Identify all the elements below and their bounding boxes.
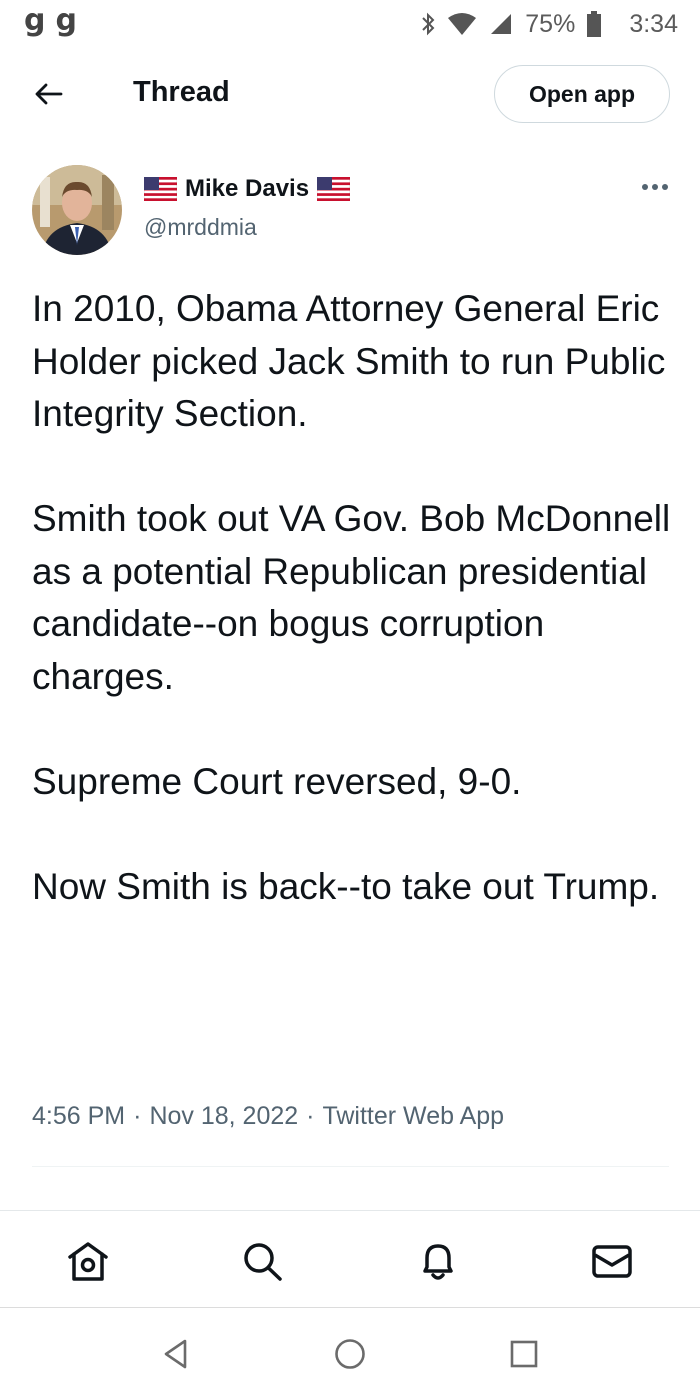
bluetooth-icon: [421, 12, 435, 36]
system-back-button[interactable]: [156, 1336, 196, 1372]
back-button[interactable]: [30, 78, 66, 110]
author-name-row[interactable]: Mike Davis: [144, 175, 351, 203]
system-nav-bar: [0, 1308, 700, 1400]
thread-header: Thread Open app: [0, 60, 700, 128]
bottom-nav: [0, 1210, 700, 1308]
status-bar: g g 75% 3:34: [0, 0, 700, 48]
tweet-date[interactable]: Nov 18, 2022: [149, 1102, 298, 1130]
more-dot: [642, 184, 648, 190]
open-app-button[interactable]: Open app: [494, 65, 670, 123]
stat-quotes[interactable]: [247, 1198, 342, 1210]
nav-notifications[interactable]: [414, 1239, 462, 1283]
g-notification-icon: g: [55, 3, 77, 38]
battery-icon: [587, 11, 602, 37]
author-name: Mike Davis: [185, 175, 310, 202]
battery-level: 75%: [525, 9, 576, 38]
more-options-button[interactable]: [637, 177, 673, 197]
wifi-icon: [447, 12, 477, 36]
bell-icon: [423, 1244, 453, 1280]
triangle-back-icon: [164, 1339, 187, 1369]
tweet-source[interactable]: Twitter Web App: [322, 1102, 504, 1130]
more-dot: [662, 184, 668, 190]
author-handle[interactable]: @mrddmia: [144, 214, 257, 241]
signal-icon: [489, 12, 513, 36]
divider: [32, 1166, 669, 1167]
tweet-paragraph: Now Smith is back--to take out Trump.: [32, 865, 660, 907]
g-notification-icon: g: [24, 3, 46, 38]
nav-search[interactable]: [238, 1239, 286, 1283]
more-dot: [652, 184, 658, 190]
system-recents-button[interactable]: [504, 1336, 544, 1372]
square-recents-icon: [510, 1340, 538, 1368]
home-icon: [68, 1242, 108, 1281]
arrow-left-icon: [35, 83, 63, 105]
envelope-icon: [592, 1245, 632, 1278]
stat-retweets[interactable]: [32, 1198, 127, 1210]
stat-likes[interactable]: [462, 1198, 557, 1210]
status-right: 75% 3:34: [421, 10, 678, 39]
status-left-icons: g g: [24, 6, 77, 36]
search-icon: [244, 1243, 282, 1281]
us-flag-icon: [317, 177, 351, 201]
clock: 3:34: [629, 9, 678, 38]
nav-messages[interactable]: [588, 1239, 636, 1283]
tweet-paragraph: Supreme Court reversed, 9-0.: [32, 760, 522, 802]
us-flag-icon: [144, 177, 177, 201]
system-home-button[interactable]: [330, 1336, 370, 1372]
tweet-author: Mike Davis @mrddmia: [32, 165, 672, 257]
tweet-time[interactable]: 4:56 PM: [32, 1102, 125, 1130]
tweet-paragraph: In 2010, Obama Attorney General Eric Hol…: [32, 288, 666, 434]
nav-home[interactable]: [64, 1239, 112, 1283]
tweet-text: In 2010, Obama Attorney General Eric Hol…: [32, 283, 672, 913]
page-title: Thread: [133, 76, 230, 108]
circle-home-icon: [335, 1339, 365, 1369]
avatar[interactable]: [32, 165, 122, 255]
tweet-paragraph: Smith took out VA Gov. Bob McDonnell as …: [32, 498, 671, 697]
twitter-thread-screen: g g 75% 3:34 Thread Open app Mike Davis …: [0, 0, 700, 1400]
meta-separator: ·: [306, 1102, 315, 1130]
meta-separator: ·: [133, 1102, 142, 1130]
tweet-meta: 4:56 PM · Nov 18, 2022 · Twitter Web App: [32, 1102, 504, 1131]
